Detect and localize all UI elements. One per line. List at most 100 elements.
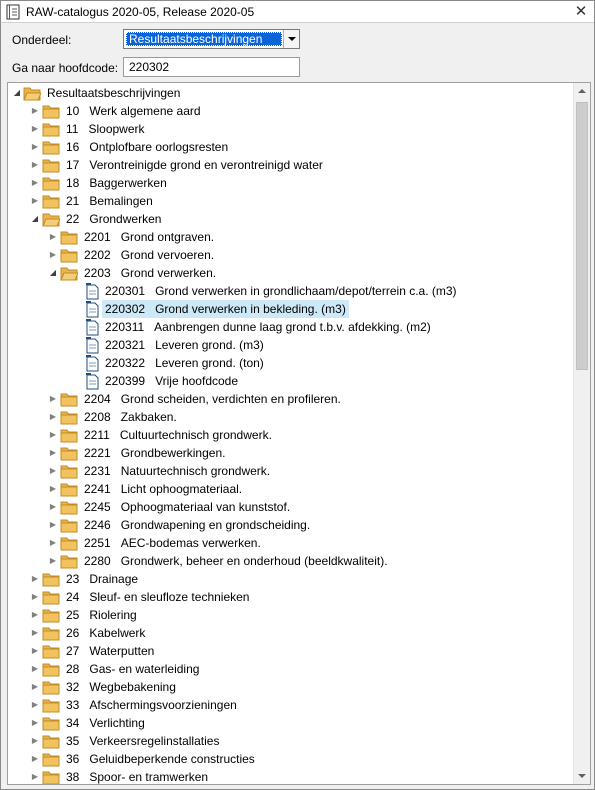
expand-arrow-icon[interactable]: ▶ [29,102,41,120]
expand-arrow-icon[interactable]: ▶ [29,606,41,624]
scroll-down-icon[interactable] [574,767,590,784]
tree-item-label: 2204 Grond scheiden, verdichten en profi… [84,390,341,408]
tree-root[interactable]: ◢ Resultaatsbeschrijvingen [8,84,574,102]
expand-arrow-icon[interactable]: ▶ [47,444,59,462]
expand-arrow-icon[interactable]: ▶ [47,516,59,534]
tree-item[interactable]: ▶ 17 Verontreinigde grond en verontreinig… [8,156,574,174]
expand-arrow-icon[interactable]: ▶ [47,408,59,426]
onderdeel-select[interactable]: Resultaatsbeschrijvingen [123,29,300,49]
collapse-arrow-icon[interactable]: ◢ [11,84,23,102]
expand-arrow-icon[interactable]: ▶ [29,624,41,642]
tree-item[interactable]: ▶ 2280 Grondwerk, beheer en onderhoud (be… [8,552,574,570]
tree-item[interactable]: ▶ 36 Geluidbeperkende constructies [8,750,574,768]
tree-item[interactable]: ▶ 2211 Cultuurtechnisch grondwerk. [8,426,574,444]
tree-item[interactable]: ▶ 2202 Grond vervoeren. [8,246,574,264]
expand-arrow-icon[interactable]: ▶ [47,552,59,570]
expand-arrow-icon[interactable]: ▶ [29,156,41,174]
chevron-down-icon[interactable] [283,30,299,48]
tree-item[interactable]: ▶ 21 Bemalingen [8,192,574,210]
expand-arrow-icon[interactable]: ▶ [29,120,41,138]
tree-item[interactable]: ▶ 11 Sloopwerk [8,120,574,138]
expand-arrow-icon[interactable]: ▶ [47,246,59,264]
tree-item-text: Ophoogmateriaal van kunststof. [120,500,291,514]
tree-item-label: 17 Verontreinigde grond en verontreinigd… [66,156,323,174]
tree-item[interactable]: ▶ 2245 Ophoogmateriaal van kunststof. [8,498,574,516]
tree-leaf-item[interactable]: 220321 Leveren grond. (m3) [8,336,574,354]
tree-item[interactable]: ▶ 2246 Grondwapening en grondscheiding. [8,516,574,534]
expand-arrow-icon[interactable]: ▶ [47,228,59,246]
tree-leaf-item[interactable]: 220399 Vrije hoofdcode [8,372,574,390]
tree-item-code: 2201 [84,230,111,244]
tree-item-code: 2241 [84,482,111,496]
tree-item[interactable]: ▶ 2208 Zakbaken. [8,408,574,426]
tree-leaf-item[interactable]: 220322 Leveren grond. (ton) [8,354,574,372]
folder-icon [60,555,78,569]
expand-arrow-icon[interactable]: ▶ [29,138,41,156]
expand-arrow-icon[interactable]: ▶ [29,768,41,784]
tree-leaf-item[interactable]: 220302 Grond verwerken in bekleding. (m3… [8,300,574,318]
catalog-tree: ◢ Resultaatsbeschrijvingen ▶ 10 Werk alge… [7,82,591,785]
hoofdcode-input[interactable]: 220302 [123,57,300,77]
expand-arrow-icon[interactable]: ▶ [47,390,59,408]
tree-item-code: 21 [66,194,80,208]
scrollbar-thumb[interactable] [576,102,588,370]
tree-item[interactable]: ▶ 23 Drainage [8,570,574,588]
tree-item[interactable]: ▶ 34 Verlichting [8,714,574,732]
vertical-scrollbar[interactable] [573,83,590,784]
tree-item[interactable]: ▶ 2204 Grond scheiden, verdichten en prof… [8,390,574,408]
tree-item[interactable]: ▶ 2231 Natuurtechnisch grondwerk. [8,462,574,480]
expand-arrow-icon[interactable]: ▶ [29,570,41,588]
tree-item[interactable]: ▶ 10 Werk algemene aard [8,102,574,120]
expand-arrow-icon[interactable]: ▶ [29,750,41,768]
expand-arrow-icon[interactable]: ▶ [29,660,41,678]
onderdeel-selected-value: Resultaatsbeschrijvingen [126,32,282,46]
tree-item[interactable]: ▶ 27 Waterputten [8,642,574,660]
expand-arrow-icon[interactable]: ▶ [47,534,59,552]
expand-arrow-icon[interactable]: ▶ [29,642,41,660]
folder-icon [60,447,78,461]
tree-item[interactable]: ▶ 26 Kabelwerk [8,624,574,642]
tree-item[interactable]: ▶ 32 Wegbebakening [8,678,574,696]
expand-arrow-icon[interactable]: ▶ [47,480,59,498]
expand-arrow-icon[interactable]: ▶ [47,426,59,444]
tree-item[interactable]: ▶ 28 Gas- en waterleiding [8,660,574,678]
tree-item[interactable]: ◢ 2203 Grond verwerken. [8,264,574,282]
close-icon[interactable]: ✕ [572,3,590,21]
expand-arrow-icon[interactable]: ▶ [29,714,41,732]
tree-item[interactable]: ▶ 38 Spoor- en tramwerken [8,768,574,784]
tree-item-text: Grond verwerken in grondlichaam/depot/te… [155,284,457,298]
tree-item[interactable]: ▶ 2201 Grond ontgraven. [8,228,574,246]
tree-item-text: Afschermingsvoorzieningen [89,698,237,712]
tree-item[interactable]: ▶ 16 Ontplofbare oorlogsresten [8,138,574,156]
tree-item[interactable]: ▶ 33 Afschermingsvoorzieningen [8,696,574,714]
tree-item-text: Kabelwerk [89,626,146,640]
expand-arrow-icon[interactable]: ▶ [47,462,59,480]
tree-item[interactable]: ▶ 25 Riolering [8,606,574,624]
tree-item[interactable]: ▶ 35 Verkeersregelinstallaties [8,732,574,750]
expand-arrow-icon[interactable]: ▶ [29,696,41,714]
tree-leaf-item[interactable]: 220301 Grond verwerken in grondlichaam/d… [8,282,574,300]
expand-arrow-icon[interactable]: ▶ [29,732,41,750]
expand-arrow-icon[interactable]: ▶ [47,498,59,516]
tree-item-text: Verlichting [89,716,145,730]
tree-item[interactable]: ▶ 2241 Licht ophoogmateriaal. [8,480,574,498]
collapse-arrow-icon[interactable]: ◢ [29,210,41,228]
folder-icon [42,123,60,137]
tree-leaf-item[interactable]: 220311 Aanbrengen dunne laag grond t.b.v… [8,318,574,336]
scroll-up-icon[interactable] [574,83,590,100]
tree-item[interactable]: ▶ 18 Baggerwerken [8,174,574,192]
tree-item[interactable]: ▶ 24 Sleuf- en sleufloze technieken [8,588,574,606]
expand-arrow-icon[interactable]: ▶ [29,174,41,192]
expand-arrow-icon[interactable]: ▶ [29,588,41,606]
tree-item[interactable]: ◢ 22 Grondwerken [8,210,574,228]
collapse-arrow-icon[interactable]: ◢ [47,264,59,282]
tree-item[interactable]: ▶ 2251 AEC-bodemas verwerken. [8,534,574,552]
expand-arrow-icon[interactable]: ▶ [29,678,41,696]
tree-item[interactable]: ▶ 2221 Grondbewerkingen. [8,444,574,462]
tree-item-text: Spoor- en tramwerken [89,770,209,784]
expand-arrow-icon[interactable]: ▶ [29,192,41,210]
tree-item-code: 2203 [84,266,111,280]
tree-item-text: Grond verwerken. [120,266,217,280]
tree-item-text: Vrije hoofdcode [155,374,239,388]
tree-item-text: Verkeersregelinstallaties [89,734,220,748]
